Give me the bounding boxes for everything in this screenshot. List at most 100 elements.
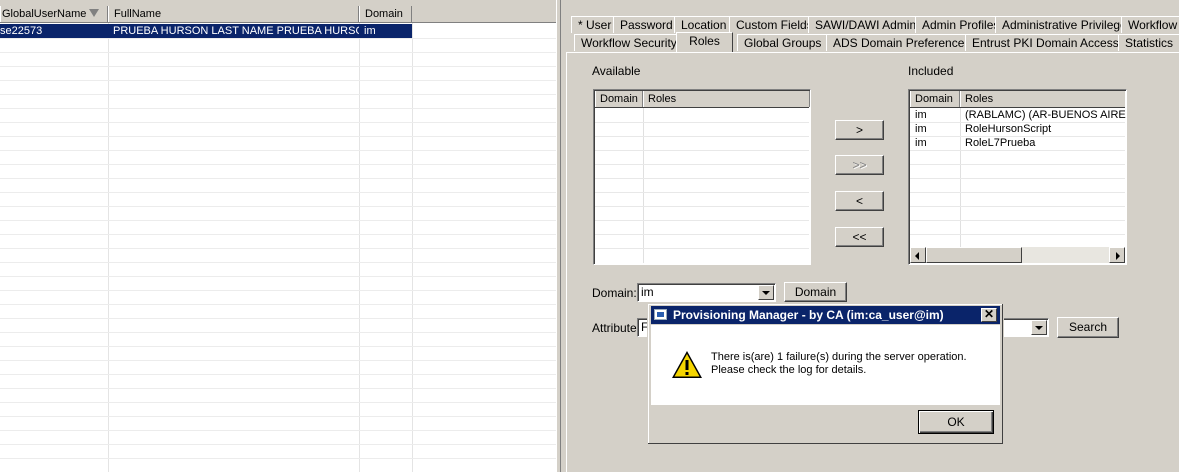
- list-item: [595, 206, 809, 221]
- search-button[interactable]: Search: [1057, 317, 1119, 338]
- role-domain-cell: im: [915, 137, 927, 149]
- column-header-domain[interactable]: Domain: [910, 91, 960, 107]
- column-header-roles[interactable]: Roles: [960, 91, 1126, 107]
- scroll-thumb[interactable]: [926, 247, 1022, 263]
- list-item: [595, 192, 809, 207]
- close-icon[interactable]: ✕: [981, 308, 997, 322]
- grid-row-line: [0, 94, 556, 95]
- grid-row-line: [0, 304, 556, 305]
- cell-domain: im: [364, 25, 376, 37]
- domain-select[interactable]: im: [637, 283, 776, 302]
- remove-all-roles-button[interactable]: <<: [835, 227, 884, 247]
- sort-descending-icon: [89, 9, 99, 17]
- grid-header: GlobalUserName FullName Domain: [0, 6, 556, 23]
- grid-row-line: [0, 248, 556, 249]
- tab-workflow[interactable]: Workflow: [1121, 16, 1179, 33]
- tab-entrust-pki-domain-access[interactable]: Entrust PKI Domain Access: [965, 34, 1126, 51]
- tab-global-groups[interactable]: Global Groups: [737, 34, 829, 51]
- grid-row-line: [0, 402, 556, 403]
- list-item[interactable]: im RoleL7Prueba: [910, 136, 1125, 151]
- grid-row-line: [0, 80, 556, 81]
- list-item: [595, 108, 809, 123]
- list-item: [595, 136, 809, 151]
- column-header-domain[interactable]: Domain: [595, 91, 643, 107]
- grid-row-line: [0, 136, 556, 137]
- chevron-down-icon: [762, 291, 770, 295]
- column-header-domain[interactable]: Domain: [359, 6, 412, 22]
- tab-user[interactable]: * User: [571, 16, 619, 33]
- horizontal-scrollbar[interactable]: [910, 247, 1125, 263]
- role-name-cell: RoleL7Prueba: [965, 137, 1036, 149]
- list-item: [595, 234, 809, 249]
- remove-role-button[interactable]: <: [835, 191, 884, 211]
- grid-row-line: [0, 164, 556, 165]
- arrow-right-icon: [1116, 252, 1120, 260]
- add-role-button[interactable]: >: [835, 120, 884, 140]
- grid-row-line: [0, 430, 556, 431]
- grid-row-line: [0, 178, 556, 179]
- list-item[interactable]: im RoleHursonScript: [910, 122, 1125, 137]
- chevron-down-icon: [1035, 326, 1043, 330]
- tab-location[interactable]: Location: [674, 16, 734, 33]
- ok-button[interactable]: OK: [918, 410, 994, 434]
- grid-row-line: [0, 192, 556, 193]
- list-header: Domain Roles: [595, 91, 810, 108]
- warning-icon: [672, 351, 702, 378]
- available-roles-list[interactable]: Domain Roles: [593, 89, 811, 265]
- domain-select-value: im: [641, 285, 654, 299]
- list-item: [910, 178, 1125, 193]
- scroll-left-button[interactable]: [910, 247, 926, 263]
- dialog-title: Provisioning Manager - by CA (im:ca_user…: [673, 308, 944, 322]
- add-all-roles-button[interactable]: >>: [835, 155, 884, 175]
- list-item: [595, 178, 809, 193]
- dropdown-button[interactable]: [1031, 320, 1047, 335]
- column-header-roles[interactable]: Roles: [643, 91, 810, 107]
- tab-workflow-security[interactable]: Workflow Security: [574, 34, 684, 51]
- tab-sawi-dawi-admin[interactable]: SAWI/DAWI Admin: [808, 16, 924, 33]
- grid-row-line: [0, 374, 556, 375]
- tab-roles[interactable]: Roles: [676, 32, 733, 52]
- app-icon: [654, 309, 667, 320]
- tab-statistics[interactable]: Statistics: [1118, 34, 1179, 51]
- scroll-right-button[interactable]: [1109, 247, 1125, 263]
- included-roles-list[interactable]: Domain Roles im (RABLAMC) (AR-BUENOS AIRE…: [908, 89, 1127, 265]
- list-item: [595, 220, 809, 235]
- grid-row-line: [0, 262, 556, 263]
- column-header-globalusername[interactable]: GlobalUserName: [0, 6, 108, 22]
- list-item[interactable]: im (RABLAMC) (AR-BUENOS AIRES: [910, 108, 1126, 123]
- dialog-title-bar[interactable]: Provisioning Manager - by CA (im:ca_user…: [651, 306, 1000, 324]
- list-item: [910, 192, 1125, 207]
- grid-row-line: [0, 150, 556, 151]
- grid-row-line: [0, 360, 556, 361]
- tab-admin-profiles[interactable]: Admin Profiles: [915, 16, 1007, 33]
- tab-ads-domain-preference[interactable]: ADS Domain Preference: [826, 34, 972, 51]
- attribute-label: Attribute:: [592, 321, 641, 335]
- list-item: [910, 206, 1125, 221]
- domain-button[interactable]: Domain: [784, 282, 847, 302]
- list-item: [910, 150, 1125, 165]
- tab-custom-fields[interactable]: Custom Fields: [729, 16, 820, 33]
- role-domain-cell: im: [915, 109, 927, 121]
- column-header-label: FullName: [114, 8, 162, 20]
- dialog-message-line: There is(are) 1 failure(s) during the se…: [711, 351, 967, 363]
- list-item: [595, 122, 809, 137]
- grid-row-line: [0, 206, 556, 207]
- grid-row-line: [0, 220, 556, 221]
- table-row[interactable]: se22573 PRUEBA HURSON LAST NAME PRUEBA H…: [0, 24, 412, 38]
- grid-row-line: [0, 444, 556, 445]
- tab-password[interactable]: Password: [613, 16, 680, 33]
- dialog-body: There is(are) 1 failure(s) during the se…: [651, 325, 1000, 405]
- list-item: [910, 164, 1125, 179]
- user-grid[interactable]: GlobalUserName FullName Domain se22573 P…: [0, 0, 556, 472]
- grid-row-line: [0, 234, 556, 235]
- grid-row-line: [0, 290, 556, 291]
- dropdown-button[interactable]: [758, 285, 774, 300]
- cell-fullname: PRUEBA HURSON LAST NAME PRUEBA HURSON.: [113, 25, 359, 37]
- column-header-fullname[interactable]: FullName: [108, 6, 359, 22]
- grid-row-line: [0, 332, 556, 333]
- arrow-left-icon: [915, 252, 919, 260]
- cell-globalusername: se22573: [0, 25, 43, 37]
- tab-administrative-privileges[interactable]: Administrative Privileges: [995, 16, 1140, 33]
- available-label: Available: [592, 64, 641, 78]
- dialog-message: There is(are) 1 failure(s) during the se…: [711, 351, 967, 377]
